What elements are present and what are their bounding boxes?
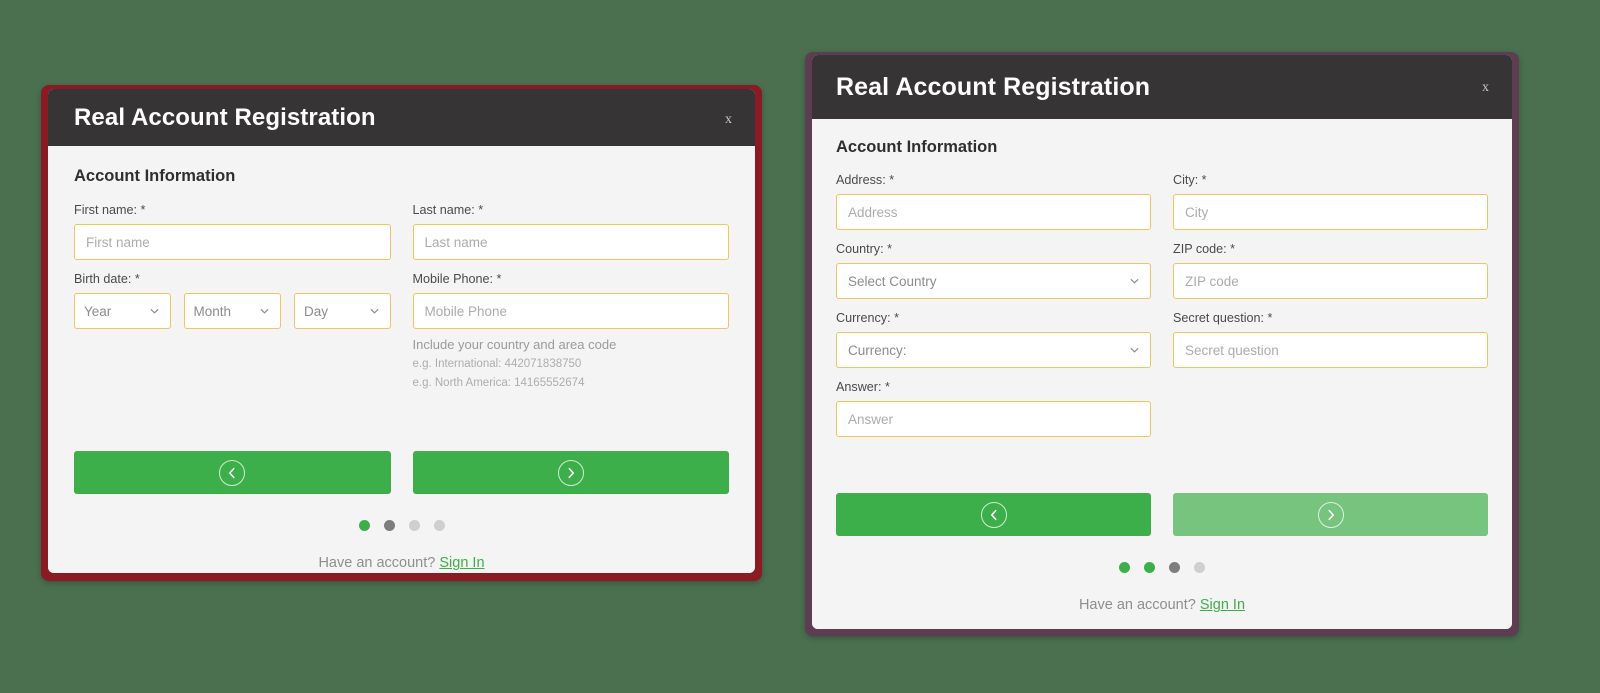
step-indicator-dots [74, 520, 729, 532]
page-title: Real Account Registration [74, 103, 376, 131]
birth-year-value: Year [84, 303, 112, 319]
step-dot-3[interactable] [408, 520, 420, 532]
modal-body: Account Information Address: * City: * [812, 119, 1512, 629]
step-dot-1[interactable] [358, 520, 370, 532]
answer-row: Answer: * [836, 380, 1488, 449]
phone-hint-north-america: e.g. North America: 14165552674 [412, 376, 585, 389]
step-dot-4[interactable] [433, 520, 445, 532]
currency-label: Currency: * [836, 311, 899, 326]
signin-prompt: Have an account? Sign In [836, 597, 1488, 613]
step-dot-2[interactable] [383, 520, 395, 532]
chevron-down-icon [1129, 345, 1140, 356]
chevron-left-circle-icon [980, 501, 1007, 528]
previous-step-button[interactable] [836, 493, 1151, 537]
modal-header: Real Account Registration x [48, 89, 755, 146]
signin-prompt: Have an account? Sign In [74, 555, 729, 571]
section-title: Account Information [74, 167, 236, 185]
address-field: Address: * [836, 173, 1151, 231]
birth-date-field: Birth date: * Year Month Day [74, 272, 391, 330]
city-field: City: * [1173, 173, 1488, 231]
name-row: First name: * Last name: * [74, 203, 729, 272]
country-select-value: Select Country [848, 273, 937, 289]
birth-month-value: Month [193, 303, 232, 319]
signin-link[interactable]: Sign In [1200, 597, 1245, 613]
city-input[interactable] [1173, 194, 1488, 231]
birth-day-value: Day [303, 303, 328, 319]
secret-question-field: Secret question: * [1173, 311, 1488, 369]
signin-prompt-text: Have an account? [318, 555, 436, 572]
chevron-down-icon [259, 306, 270, 317]
country-label: Country: * [836, 242, 892, 257]
currency-field: Currency: * Currency: [836, 311, 1151, 369]
previous-step-button[interactable] [74, 451, 391, 495]
first-name-input[interactable] [74, 224, 391, 261]
phone-hint-international: e.g. International: 442071838750 [412, 358, 582, 371]
next-step-button[interactable] [1173, 493, 1488, 537]
country-zip-row: Country: * Select Country ZIP code: * [836, 242, 1488, 311]
registration-modal-step2: Real Account Registration x Account Info… [805, 52, 1519, 636]
chevron-left-circle-icon [219, 459, 246, 486]
birth-month-select[interactable]: Month [183, 293, 281, 330]
modal-footer: Have an account? Sign In [74, 451, 729, 573]
birth-date-label: Birth date: * [74, 272, 140, 287]
layout-spacer [836, 449, 1488, 493]
answer-input[interactable] [836, 401, 1151, 438]
address-label: Address: * [836, 173, 895, 187]
next-step-button[interactable] [412, 451, 729, 495]
step-dot-1[interactable] [1119, 562, 1130, 574]
currency-select-value: Currency: [848, 342, 907, 358]
mobile-phone-label: Mobile Phone: * [412, 272, 502, 287]
navigation-buttons [74, 451, 729, 495]
secret-question-label: Secret question: * [1173, 311, 1273, 326]
zip-code-input[interactable] [1173, 263, 1488, 300]
first-name-field: First name: * [74, 203, 391, 261]
birth-day-select[interactable]: Day [293, 293, 391, 330]
chevron-right-circle-icon [1317, 501, 1344, 528]
city-label: City: * [1173, 173, 1207, 187]
step-indicator-dots [836, 562, 1488, 574]
address-input[interactable] [836, 194, 1151, 231]
modal-body: Account Information First name: * Last n… [48, 146, 755, 573]
currency-secret-row: Currency: * Currency: Secret question: *… [836, 311, 1488, 380]
signin-prompt-text: Have an account? [1078, 597, 1196, 614]
chevron-down-icon [149, 306, 160, 317]
section-title: Account Information [836, 138, 998, 156]
secret-question-input[interactable] [1173, 332, 1488, 369]
page-title: Real Account Registration [836, 72, 1151, 101]
chevron-down-icon [369, 306, 380, 317]
close-icon[interactable]: x [719, 109, 738, 131]
modal-footer: Have an account? Sign In [836, 493, 1488, 629]
last-name-input[interactable] [412, 224, 729, 261]
close-icon[interactable]: x [1476, 77, 1495, 99]
step-dot-3[interactable] [1169, 562, 1180, 574]
address-city-row: Address: * City: * [836, 173, 1488, 242]
birthdate-phone-row: Birth date: * Year Month Day Mobile Phon… [74, 272, 729, 403]
navigation-buttons [836, 493, 1488, 537]
birth-year-select[interactable]: Year [74, 293, 171, 330]
first-name-label: First name: * [74, 203, 146, 217]
country-field: Country: * Select Country [836, 242, 1151, 300]
last-name-label: Last name: * [412, 203, 484, 217]
phone-hint-main: Include your country and area code [412, 337, 617, 353]
country-select[interactable]: Select Country [836, 263, 1151, 300]
modal-header: Real Account Registration x [812, 55, 1512, 119]
screen-background: Real Account Registration x Account Info… [0, 0, 1600, 693]
answer-label: Answer: * [836, 380, 890, 395]
chevron-down-icon [1129, 276, 1140, 287]
chevron-right-circle-icon [557, 459, 584, 486]
layout-spacer [74, 403, 729, 451]
registration-modal-step1: Real Account Registration x Account Info… [41, 85, 762, 581]
mobile-phone-field: Mobile Phone: * Include your country and… [412, 272, 729, 391]
step-dot-2[interactable] [1144, 562, 1155, 574]
last-name-field: Last name: * [412, 203, 729, 261]
mobile-phone-input[interactable] [412, 293, 729, 330]
answer-field: Answer: * [836, 380, 1151, 438]
zip-code-field: ZIP code: * [1173, 242, 1488, 300]
zip-code-label: ZIP code: * [1173, 242, 1236, 257]
signin-link[interactable]: Sign In [439, 555, 484, 571]
step-dot-4[interactable] [1194, 562, 1205, 574]
currency-select[interactable]: Currency: [836, 332, 1151, 369]
